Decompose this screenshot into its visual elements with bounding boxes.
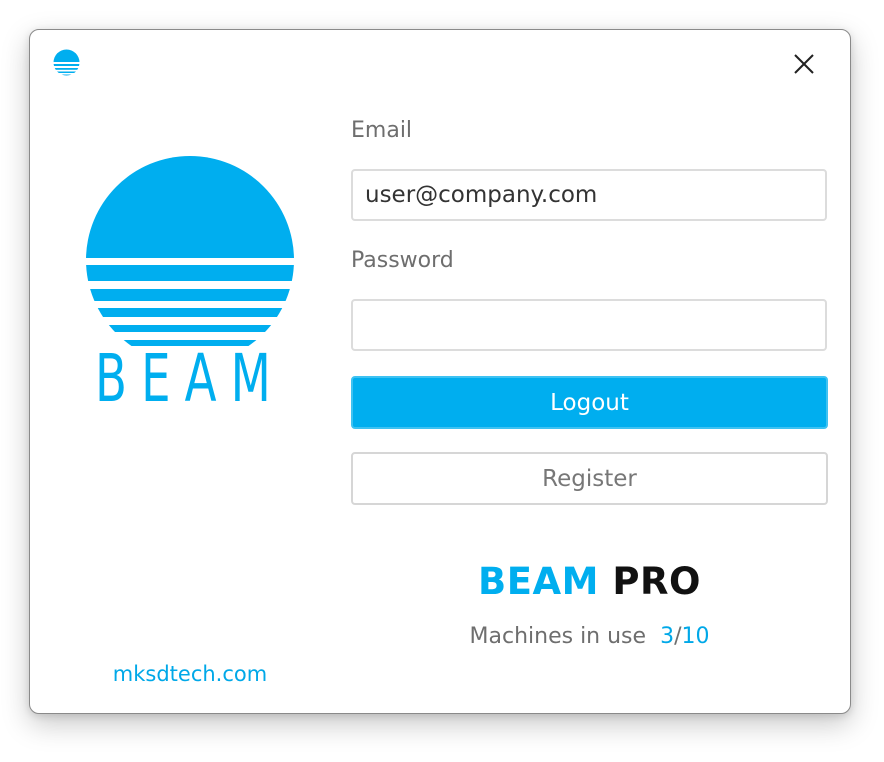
logo-text: BEAM — [95, 340, 285, 404]
login-window: BEAM mksdtech.com Email Password Logout … — [29, 29, 851, 714]
logout-button[interactable]: Logout — [351, 376, 828, 429]
email-field[interactable] — [351, 169, 827, 221]
website-link[interactable]: mksdtech.com — [90, 662, 290, 686]
machines-label: Machines in use — [469, 624, 647, 649]
password-label: Password — [351, 248, 454, 273]
machines-in-use: Machines in use 3/10 — [351, 624, 828, 649]
machines-total: 10 — [681, 624, 710, 649]
close-icon — [794, 54, 814, 74]
beam-logo: BEAM — [86, 156, 294, 404]
password-field[interactable] — [351, 299, 827, 351]
register-button[interactable]: Register — [351, 452, 828, 505]
product-brand: BEAM — [478, 560, 599, 603]
product-tier: PRO — [612, 560, 701, 603]
beam-sun-icon — [53, 49, 80, 76]
close-button[interactable] — [788, 48, 820, 80]
product-title: BEAM PRO — [351, 560, 828, 603]
email-label: Email — [351, 118, 413, 143]
machines-used: 3 — [660, 624, 675, 649]
